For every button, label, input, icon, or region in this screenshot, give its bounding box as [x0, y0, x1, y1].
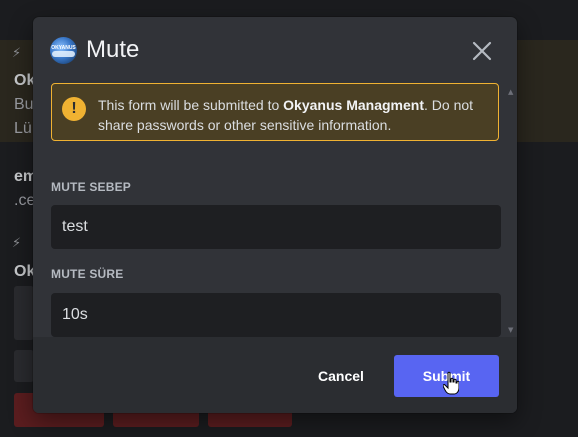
- mute-modal: OKYANUS Mute ▲ ▼ ! This form will be sub…: [33, 17, 517, 413]
- bot-avatar: OKYANUS: [50, 37, 77, 64]
- hand-cursor-icon: [442, 371, 460, 395]
- warning-prefix: This form will be submitted to: [98, 97, 284, 113]
- modal-body[interactable]: ▲ ▼ ! This form will be submitted to Oky…: [33, 83, 517, 337]
- background-lightning-icon: ⚡: [12, 236, 22, 251]
- mute-sure-label: MUTE SÜRE: [51, 267, 124, 281]
- cancel-button[interactable]: Cancel: [303, 357, 379, 395]
- modal-header: OKYANUS Mute: [33, 17, 517, 83]
- mute-sebep-input[interactable]: test: [51, 205, 501, 249]
- background-embed: [14, 350, 34, 382]
- background-line: Lü: [14, 120, 32, 137]
- background-line: Bu: [14, 96, 34, 113]
- avatar-wave-icon: [52, 51, 75, 57]
- warning-app-name: Okyanus Managment: [283, 97, 424, 113]
- mute-sure-input[interactable]: 10s: [51, 293, 501, 337]
- mute-sebep-label: MUTE SEBEP: [51, 180, 132, 194]
- background-embed: [14, 286, 34, 340]
- scroll-up-icon[interactable]: ▲: [508, 89, 514, 96]
- warning-text: This form will be submitted to Okyanus M…: [98, 95, 490, 135]
- scroll-down-icon[interactable]: ▼: [508, 327, 514, 334]
- background-lightning-icon: ⚡: [12, 46, 22, 61]
- modal-title: Mute: [86, 36, 140, 63]
- close-icon[interactable]: [470, 39, 494, 63]
- warning-icon: !: [62, 97, 86, 121]
- warning-banner: ! This form will be submitted to Okyanus…: [51, 83, 499, 141]
- avatar-text: OKYANUS: [51, 45, 76, 51]
